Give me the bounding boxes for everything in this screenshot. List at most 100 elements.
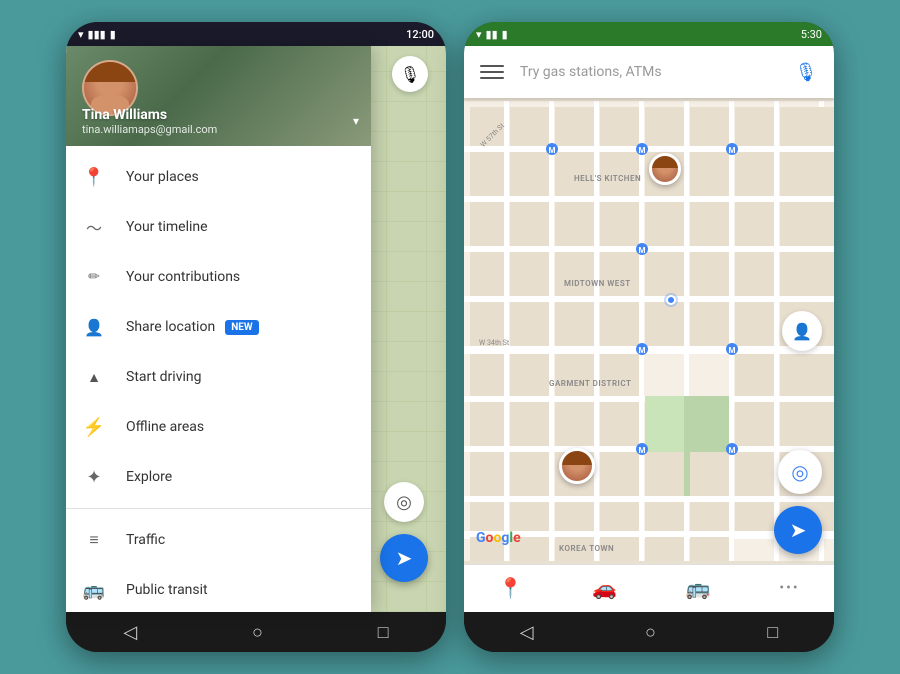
drawer-divider xyxy=(66,508,371,509)
sidebar-item-label: Offline areas xyxy=(126,419,204,435)
sidebar-item-public-transit[interactable]: 🚌 Public transit xyxy=(66,565,371,612)
left-mic-button[interactable]: 🎙 xyxy=(392,56,428,92)
svg-text:MIDTOWN WEST: MIDTOWN WEST xyxy=(564,279,631,288)
right-recent-button[interactable]: □ xyxy=(743,614,802,651)
svg-text:M: M xyxy=(638,146,645,155)
hamburger-line-3 xyxy=(480,77,504,79)
right-home-button[interactable]: ○ xyxy=(621,614,680,651)
search-input[interactable]: Try gas stations, ATMs xyxy=(520,64,790,80)
timeline-icon: 〜 xyxy=(82,215,106,239)
right-status-icons: ▾ ▮▮ ▮ xyxy=(476,28,508,41)
svg-text:M: M xyxy=(548,146,555,155)
sidebar-item-your-contributions[interactable]: ✏ Your contributions xyxy=(66,252,371,302)
microphone-icon[interactable]: 🎙 xyxy=(790,56,822,88)
sidebar-item-offline-areas[interactable]: ⚡ Offline areas xyxy=(66,402,371,452)
sidebar-item-label: Traffic xyxy=(126,532,165,548)
share-location-button[interactable]: 👤 xyxy=(782,311,822,351)
wifi-icon: ▾ xyxy=(78,28,84,41)
right-signal-icon: ▮▮ xyxy=(486,28,498,41)
navigation-drawer: Tina Williams tina.williamaps@gmail.com … xyxy=(66,46,371,612)
left-map-fab[interactable]: ➤ xyxy=(380,534,428,582)
more-nav-icon: ••• xyxy=(779,580,799,596)
bottom-nav-more[interactable]: ••• xyxy=(763,576,815,602)
right-navigation-fab[interactable]: ➤ xyxy=(774,506,822,554)
sidebar-item-your-timeline[interactable]: 〜 Your timeline xyxy=(66,202,371,252)
location-icon: ◎ xyxy=(791,460,808,484)
sidebar-item-label: Start driving xyxy=(126,369,201,385)
drawer-header: Tina Williams tina.williamaps@gmail.com … xyxy=(66,46,371,146)
google-logo-e: e xyxy=(513,530,521,546)
drawer-menu: 📍 Your places 〜 Your timeline ✏ Your con… xyxy=(66,146,371,612)
back-button[interactable]: ◁ xyxy=(99,614,161,651)
left-location-button[interactable]: ◎ xyxy=(384,482,424,522)
sidebar-item-label: Your timeline xyxy=(126,219,208,235)
bottom-navigation: 📍 🚗 🚌 ••• xyxy=(464,564,834,612)
right-status-bar: ▾ ▮▮ ▮ 5:30 xyxy=(464,22,834,46)
explore-nav-icon: 📍 xyxy=(498,576,523,600)
places-icon: 📍 xyxy=(82,165,106,189)
right-map: M M M M M M xyxy=(464,98,834,564)
drawer-user-info: Tina Williams tina.williamaps@gmail.com xyxy=(82,107,217,136)
bottom-nav-explore[interactable]: 📍 xyxy=(482,572,539,606)
drawer-username: Tina Williams xyxy=(82,107,217,123)
status-icons: ▾ ▮▮▮ ▮ xyxy=(78,28,116,41)
sidebar-item-label: Your places xyxy=(126,169,199,185)
user-avatar-pin-top xyxy=(649,153,681,185)
sidebar-item-your-places[interactable]: 📍 Your places xyxy=(66,152,371,202)
signal-icon: ▮▮▮ xyxy=(88,28,106,41)
right-back-button[interactable]: ◁ xyxy=(496,614,558,651)
navigation-fab-icon: ➤ xyxy=(790,518,807,542)
left-phone: ▾ ▮▮▮ ▮ 12:00 ➤ ◎ 🎙 xyxy=(66,22,446,652)
right-location-button[interactable]: ◎ xyxy=(778,450,822,494)
right-phone: ▾ ▮▮ ▮ 5:30 Try gas stations, ATMs 🎙 xyxy=(464,22,834,652)
driving-nav-icon: 🚗 xyxy=(592,576,617,600)
right-nav-bar: ◁ ○ □ xyxy=(464,612,834,652)
drawer-email: tina.williamaps@gmail.com xyxy=(82,123,217,136)
account-switcher-icon[interactable]: ▾ xyxy=(353,114,359,128)
driving-icon: ▲ xyxy=(82,365,106,389)
home-button[interactable]: ○ xyxy=(228,614,287,651)
battery-icon: ▮ xyxy=(110,28,116,41)
sidebar-item-label: Public transit xyxy=(126,582,208,598)
svg-text:M: M xyxy=(638,246,645,255)
left-nav-bar: ◁ ○ □ xyxy=(66,612,446,652)
explore-icon: ✦ xyxy=(82,465,106,489)
offline-icon: ⚡ xyxy=(82,415,106,439)
sidebar-item-label: Share location xyxy=(126,319,215,335)
sidebar-item-traffic[interactable]: ≡ Traffic xyxy=(66,515,371,565)
right-time: 5:30 xyxy=(801,28,822,41)
share-location-icon: 👤 xyxy=(82,315,106,339)
svg-text:M: M xyxy=(638,346,645,355)
google-logo-g: G xyxy=(476,530,486,546)
blue-dot-pulse xyxy=(664,293,678,307)
left-phone-content: ➤ ◎ 🎙 Tina Williams tina.williamaps@gmai… xyxy=(66,46,446,612)
hamburger-menu-button[interactable] xyxy=(476,56,508,88)
right-battery-icon: ▮ xyxy=(502,28,508,41)
svg-text:M: M xyxy=(728,346,735,355)
new-badge: NEW xyxy=(225,320,258,335)
svg-text:M: M xyxy=(638,446,645,455)
svg-text:GARMENT DISTRICT: GARMENT DISTRICT xyxy=(549,379,631,388)
hamburger-line-1 xyxy=(480,65,504,67)
blue-dot xyxy=(666,295,676,305)
bottom-nav-driving[interactable]: 🚗 xyxy=(576,572,633,606)
search-bar: Try gas stations, ATMs 🎙 xyxy=(464,46,834,98)
avatar-hair xyxy=(84,62,136,82)
sidebar-item-start-driving[interactable]: ▲ Start driving xyxy=(66,352,371,402)
google-logo: Google xyxy=(476,530,521,546)
user-avatar-pin-bottom xyxy=(559,448,595,484)
left-status-bar: ▾ ▮▮▮ ▮ 12:00 xyxy=(66,22,446,46)
right-phone-content: Try gas stations, ATMs 🎙 xyxy=(464,46,834,612)
bottom-nav-transit[interactable]: 🚌 xyxy=(670,572,727,606)
svg-text:HELL'S KITCHEN: HELL'S KITCHEN xyxy=(574,174,641,183)
svg-text:KOREA TOWN: KOREA TOWN xyxy=(559,544,614,553)
sidebar-item-explore[interactable]: ✦ Explore xyxy=(66,452,371,502)
contributions-icon: ✏ xyxy=(82,265,106,289)
svg-text:W 34th St: W 34th St xyxy=(479,339,510,347)
recent-button[interactable]: □ xyxy=(354,614,413,651)
sidebar-item-share-location[interactable]: 👤 Share location NEW xyxy=(66,302,371,352)
sidebar-item-label: Your contributions xyxy=(126,269,240,285)
traffic-icon: ≡ xyxy=(82,528,106,552)
share-location-icon: 👤 xyxy=(792,322,812,341)
left-time: 12:00 xyxy=(406,28,434,41)
